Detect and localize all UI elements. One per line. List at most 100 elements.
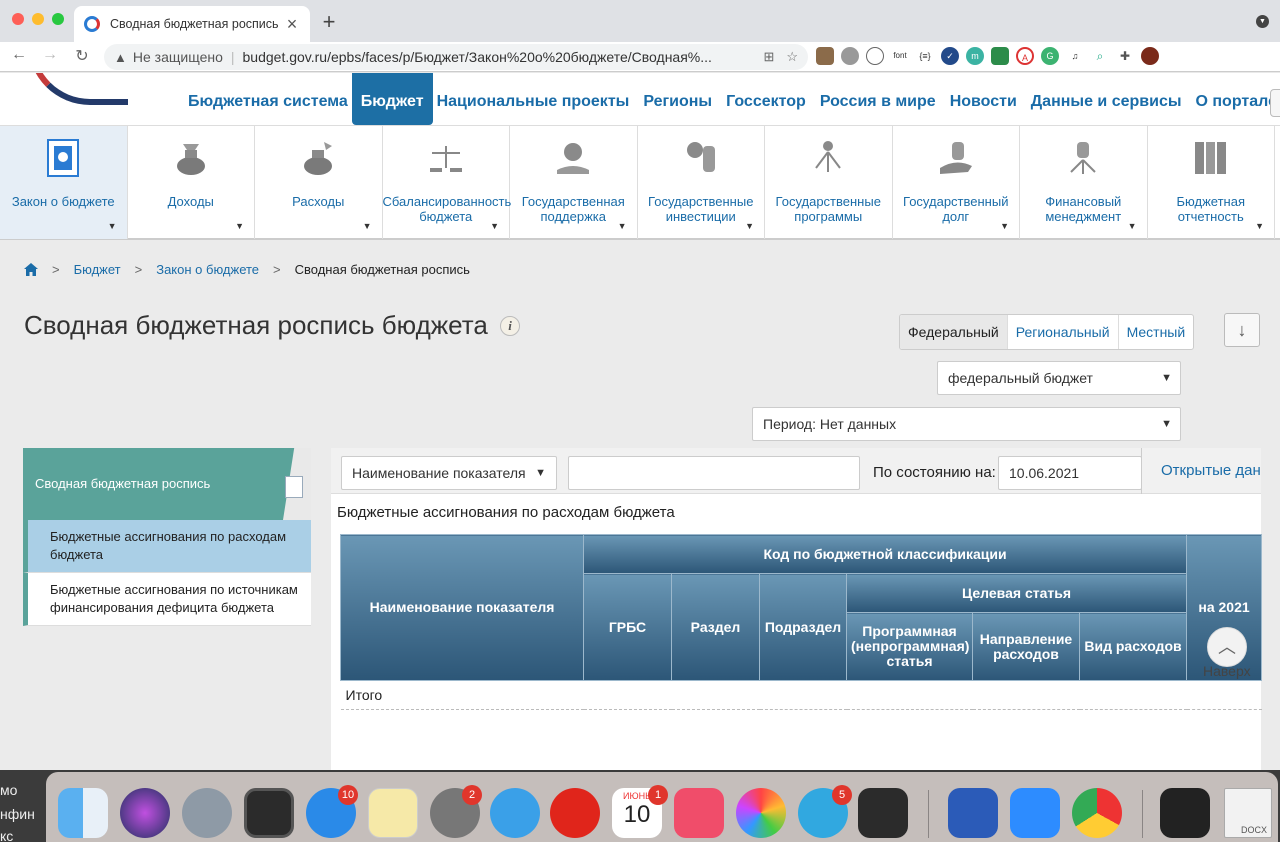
subnav-balance[interactable]: Сбалансированность бюджета ▼ xyxy=(383,126,511,239)
subnav-debt[interactable]: Государственный долг ▼ xyxy=(893,126,1020,239)
stocks-window-icon[interactable] xyxy=(1160,788,1210,838)
chevron-down-icon[interactable]: ▼ xyxy=(1255,221,1264,231)
col-name[interactable]: Наименование показателя xyxy=(340,534,584,681)
site-logo[interactable] xyxy=(28,73,128,105)
extension-search-icon[interactable]: ⌕ xyxy=(1091,47,1109,65)
col-vid[interactable]: Вид расходов xyxy=(1078,612,1188,681)
extension-a-icon[interactable]: A xyxy=(1016,47,1034,65)
col-grbs[interactable]: ГРБС xyxy=(583,573,672,681)
zoom-icon[interactable] xyxy=(1010,788,1060,838)
budget-select[interactable]: федеральный бюджет ▼ xyxy=(937,361,1181,395)
col-direction[interactable]: Направление расходов xyxy=(972,612,1080,681)
breadcrumb-law[interactable]: Закон о бюджете xyxy=(156,262,259,277)
translate-icon[interactable]: ⊞ xyxy=(763,49,774,65)
subnav-reporting[interactable]: Бюджетная отчетность ▼ xyxy=(1148,126,1275,239)
extension-image-icon[interactable] xyxy=(991,47,1009,65)
table-caption: Бюджетные ассигнования по расходам бюдже… xyxy=(337,504,675,521)
finder-icon[interactable] xyxy=(58,788,108,838)
search-input[interactable] xyxy=(568,456,860,490)
app-icon[interactable] xyxy=(244,788,294,838)
home-icon[interactable] xyxy=(24,263,38,276)
download-button[interactable]: ↓ xyxy=(1224,313,1260,347)
extension-json-icon[interactable]: {≡} xyxy=(916,47,934,65)
subnav-programs[interactable]: Государственные программы xyxy=(765,126,893,239)
photos-icon[interactable] xyxy=(736,788,786,838)
back-arrow-icon[interactable]: ← xyxy=(9,46,29,64)
close-tab-icon[interactable]: × xyxy=(284,14,300,35)
subnav-finmanagement[interactable]: Финансовый менеджмент ▼ xyxy=(1020,126,1148,239)
extension-code-icon[interactable] xyxy=(866,47,884,65)
extension-grammarly-icon[interactable]: G xyxy=(1041,47,1059,65)
subnav-support[interactable]: Государственная поддержка ▼ xyxy=(510,126,638,239)
notes-icon[interactable] xyxy=(368,788,418,838)
nav-about[interactable]: О портале xyxy=(1196,93,1277,125)
chrome-icon[interactable] xyxy=(1072,788,1122,838)
date-field[interactable]: 10.06.2021 xyxy=(998,456,1142,490)
breadcrumb-budget[interactable]: Бюджет xyxy=(74,262,121,277)
nav-budget-system[interactable]: Бюджетная система xyxy=(188,93,348,125)
nav-russia-world[interactable]: Россия в мире xyxy=(820,93,936,125)
reload-icon[interactable]: ↻ xyxy=(72,46,92,66)
nav-data-services[interactable]: Данные и сервисы xyxy=(1031,93,1182,125)
nav-regions[interactable]: Регионы xyxy=(643,93,712,125)
chevron-down-icon[interactable]: ▼ xyxy=(745,221,754,231)
safari-icon[interactable] xyxy=(490,788,540,838)
chevron-down-icon[interactable]: ▼ xyxy=(490,221,499,231)
profile-avatar[interactable] xyxy=(1141,47,1159,65)
extension-font-icon[interactable]: font xyxy=(891,47,909,65)
music-icon[interactable] xyxy=(674,788,724,838)
sidebar-item-expenses[interactable]: Бюджетные ассигнования по расходам бюдже… xyxy=(23,520,311,573)
col-razdel[interactable]: Раздел xyxy=(671,573,760,681)
scroll-top-button[interactable]: ︿ xyxy=(1207,627,1247,667)
subnav-expenses[interactable]: Расходы ▼ xyxy=(255,126,383,239)
opera-icon[interactable] xyxy=(550,788,600,838)
tab-search-icon[interactable]: ▼ xyxy=(1256,15,1269,28)
level-federal[interactable]: Федеральный xyxy=(900,315,1008,349)
browser-tab[interactable]: Сводная бюджетная роспись × xyxy=(74,6,310,42)
extension-m-icon[interactable]: m xyxy=(966,47,984,65)
nav-gossector[interactable]: Госсектор xyxy=(726,93,806,125)
col-program[interactable]: Программная (непрограммная) статья xyxy=(846,612,973,681)
chevron-down-icon[interactable]: ▼ xyxy=(235,221,244,231)
subnav-investments[interactable]: Государственные инвестиции ▼ xyxy=(638,126,765,239)
address-bar[interactable]: ▲ Не защищено | budget.gov.ru/epbs/faces… xyxy=(104,44,808,70)
chevron-down-icon[interactable]: ▼ xyxy=(1000,221,1009,231)
chevron-down-icon[interactable]: ▼ xyxy=(108,221,117,231)
level-regional[interactable]: Региональный xyxy=(1008,315,1119,349)
extension-music-icon[interactable]: ♫ xyxy=(1066,47,1084,65)
chevron-down-icon[interactable]: ▼ xyxy=(618,221,627,231)
period-select[interactable]: Период: Нет данных ▼ xyxy=(752,407,1181,441)
filter-bar: Наименование показателя ▼ По состоянию н… xyxy=(331,448,1261,494)
minimize-window-button[interactable] xyxy=(32,13,44,25)
word-icon[interactable] xyxy=(948,788,998,838)
forward-arrow-icon[interactable]: → xyxy=(40,46,60,64)
extensions-puzzle-icon[interactable]: ✚ xyxy=(1116,47,1134,65)
activity-monitor-icon[interactable] xyxy=(858,788,908,838)
extension-globe-icon[interactable] xyxy=(841,47,859,65)
chevron-down-icon[interactable]: ▼ xyxy=(1128,221,1137,231)
subnav-law[interactable]: Закон о бюджете ▼ xyxy=(0,126,128,239)
extension-check-icon[interactable]: ✓ xyxy=(941,47,959,65)
close-window-button[interactable] xyxy=(12,13,24,25)
col-podrazdel[interactable]: Подраздел xyxy=(759,573,847,681)
siri-icon[interactable] xyxy=(120,788,170,838)
open-data-link[interactable]: Открытые данные xyxy=(1141,448,1261,494)
nav-news[interactable]: Новости xyxy=(950,93,1017,125)
budget-subnav: Закон о бюджете ▼ Доходы ▼ Расходы ▼ Сба… xyxy=(0,125,1280,240)
nav-national-projects[interactable]: Национальные проекты xyxy=(437,93,630,125)
breadcrumb: > Бюджет > Закон о бюджете > Сводная бюд… xyxy=(24,262,470,277)
docx-file-icon[interactable]: DOCX xyxy=(1224,788,1272,838)
bookmark-star-icon[interactable]: ☆ xyxy=(786,49,798,65)
info-icon[interactable]: i xyxy=(500,316,520,336)
field-select[interactable]: Наименование показателя ▼ xyxy=(341,456,557,490)
extension-dog-icon[interactable] xyxy=(816,47,834,65)
level-local[interactable]: Местный xyxy=(1119,315,1194,349)
sidebar-item-deficit[interactable]: Бюджетные ассигнования по источникам фин… xyxy=(23,573,311,626)
header-search-box[interactable] xyxy=(1270,89,1280,117)
new-tab-button[interactable]: + xyxy=(318,9,340,35)
zoom-window-button[interactable] xyxy=(52,13,64,25)
chevron-down-icon[interactable]: ▼ xyxy=(363,221,372,231)
launchpad-icon[interactable] xyxy=(182,788,232,838)
nav-budget[interactable]: Бюджет xyxy=(351,73,433,125)
subnav-income[interactable]: Доходы ▼ xyxy=(128,126,255,239)
